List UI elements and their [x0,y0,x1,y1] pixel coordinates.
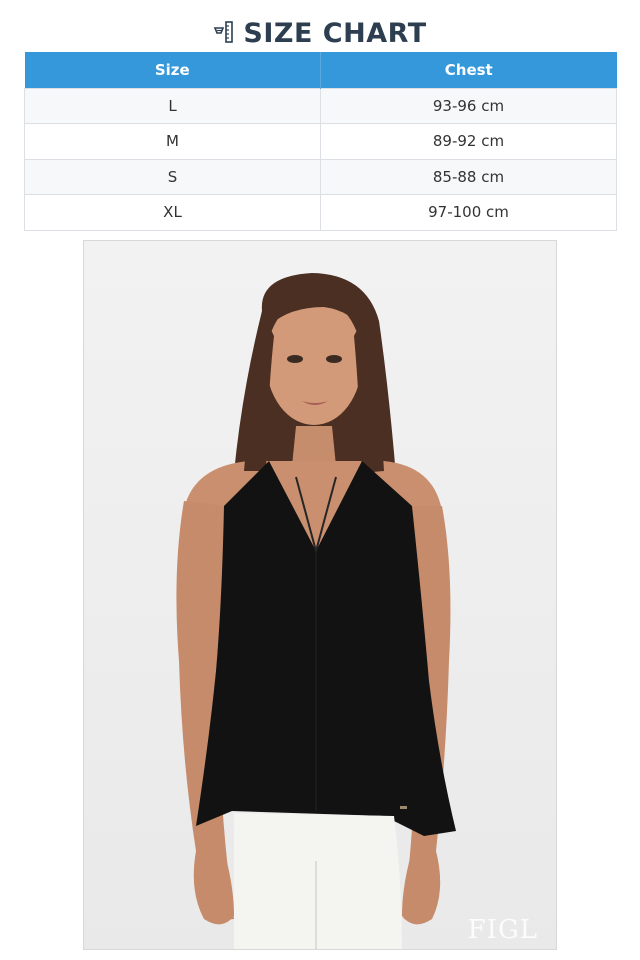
table-row: S 85-88 cm [24,158,617,195]
product-photo: FIGL [83,240,557,950]
chest-cell: 93-96 cm [320,87,617,124]
chest-cell: 89-92 cm [320,123,617,160]
table-row: M 89-92 cm [24,123,617,160]
size-cell: M [24,123,321,160]
column-header-chest: Chest [320,52,617,88]
white-pants [233,813,402,949]
table-header-row: Size Chest [24,52,617,88]
brand-watermark: FIGL [467,915,538,945]
size-cell: XL [24,194,321,231]
chest-cell: 85-88 cm [320,158,617,195]
table-row: XL 97-100 cm [24,194,617,231]
table-row: L 93-96 cm [24,87,617,124]
page-title: SIZE CHART [243,17,427,49]
size-chart-header: SIZE CHART [0,14,640,52]
size-cell: L [24,87,321,124]
model-illustration [84,241,556,949]
chest-cell: 97-100 cm [320,194,617,231]
column-header-size: Size [24,52,321,88]
size-chart-table: Size Chest L 93-96 cm M 89-92 cm S 85-88… [24,52,617,231]
ruler-icon [213,20,235,46]
size-cell: S [24,158,321,195]
